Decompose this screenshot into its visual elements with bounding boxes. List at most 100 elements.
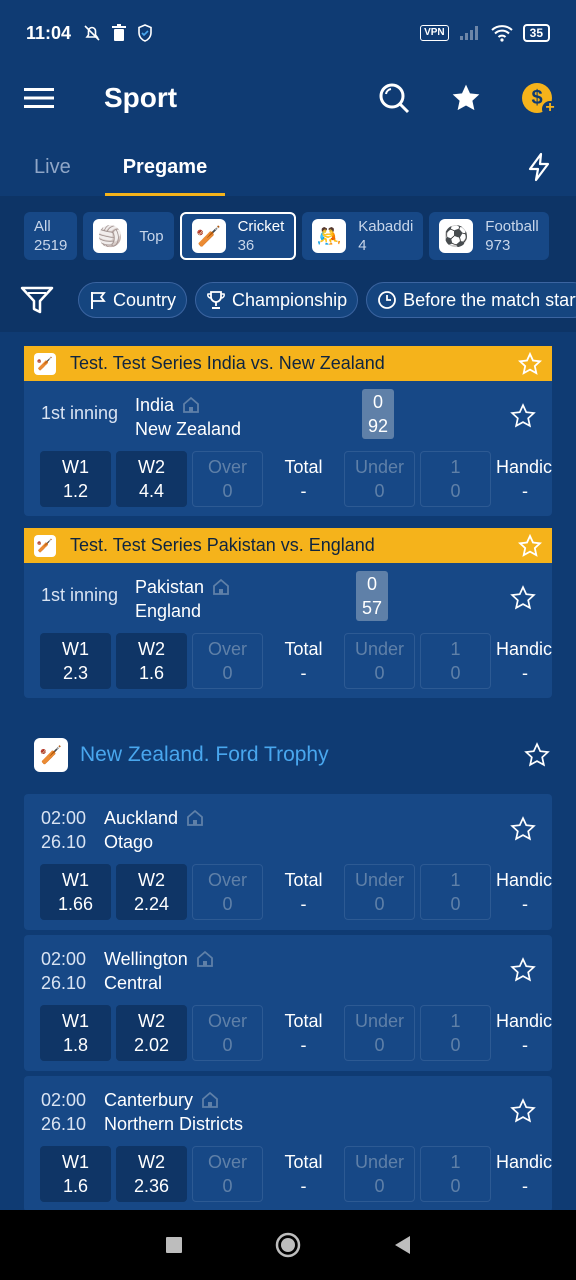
championship-header[interactable]: 🏏 Test. Test Series India vs. New Zealan… bbox=[24, 346, 552, 381]
odds-under[interactable]: Under 0 bbox=[344, 864, 415, 920]
lightning-icon[interactable] bbox=[526, 152, 552, 182]
volleyball-icon: 🏐 bbox=[93, 219, 128, 253]
sport-chip-kabaddi[interactable]: 🤼 Kabaddi 4 bbox=[302, 212, 424, 260]
home-icon bbox=[187, 809, 203, 826]
odds-handicap-1[interactable]: 10 bbox=[420, 451, 491, 507]
home-circle-icon[interactable] bbox=[274, 1231, 302, 1259]
odds-label: Under bbox=[354, 1152, 405, 1172]
odds-handicap: Handic - bbox=[496, 633, 556, 689]
menu-icon[interactable] bbox=[24, 87, 54, 109]
match-row[interactable]: 02:00 26.10 Canterbury Northern Districts… bbox=[24, 1076, 552, 1202]
match-row[interactable]: 02:00 26.10 Auckland Otago W1 1.66 W2 2.24 … bbox=[24, 794, 552, 920]
search-icon[interactable] bbox=[378, 82, 410, 114]
trash-icon bbox=[112, 24, 127, 41]
odds-over[interactable]: Over 0 bbox=[192, 1005, 263, 1061]
sport-chip-football[interactable]: ⚽ Football 973 bbox=[429, 212, 549, 260]
filter-icon[interactable] bbox=[20, 285, 54, 315]
tab-pregame[interactable]: Pregame bbox=[104, 140, 225, 196]
filter-country[interactable]: Country bbox=[78, 282, 188, 318]
favorites-star-icon[interactable] bbox=[450, 82, 482, 114]
odds-w1[interactable]: W1 1.66 bbox=[40, 864, 111, 920]
league-header[interactable]: 🏏 New Zealand. Ford Trophy bbox=[0, 722, 576, 788]
odds-label: Over bbox=[207, 457, 247, 477]
flag-icon bbox=[91, 292, 106, 309]
odds-label: Total bbox=[284, 639, 323, 659]
signal-icon bbox=[459, 26, 478, 40]
star-icon[interactable] bbox=[518, 351, 542, 376]
odds-handicap-1[interactable]: 10 bbox=[420, 864, 491, 920]
odds-over[interactable]: Over 0 bbox=[192, 1146, 263, 1202]
odds-handicap-1[interactable]: 10 bbox=[420, 633, 491, 689]
odds-label: Under bbox=[354, 639, 405, 659]
match-time: 02:00 bbox=[41, 1090, 87, 1110]
odds-value: - bbox=[522, 1176, 528, 1196]
odds-value: 1.8 bbox=[62, 1035, 89, 1055]
odds-over[interactable]: Over 0 bbox=[192, 633, 263, 689]
odds-w2[interactable]: W2 2.36 bbox=[116, 1146, 187, 1202]
odds-w2[interactable]: W2 4.4 bbox=[116, 451, 187, 507]
championship-header[interactable]: 🏏 Test. Test Series Pakistan vs. England bbox=[24, 528, 552, 563]
odds-w1[interactable]: W1 1.6 bbox=[40, 1146, 111, 1202]
match-row[interactable]: 02:00 26.10 Wellington Central W1 1.8 W2 2.… bbox=[24, 935, 552, 1061]
odds-w1[interactable]: W1 1.8 bbox=[40, 1005, 111, 1061]
wifi-icon bbox=[490, 25, 513, 42]
recents-square-icon[interactable] bbox=[164, 1235, 184, 1255]
star-icon[interactable] bbox=[518, 533, 542, 558]
odds-under[interactable]: Under 0 bbox=[344, 1146, 415, 1202]
star-icon[interactable] bbox=[510, 585, 536, 611]
filter-championship[interactable]: Championship bbox=[195, 282, 359, 318]
star-icon[interactable] bbox=[510, 816, 536, 842]
odds-handicap-1[interactable]: 10 bbox=[420, 1005, 491, 1061]
filter-before-start[interactable]: Before the match start bbox=[366, 282, 576, 318]
odds-w2[interactable]: W2 2.24 bbox=[116, 864, 187, 920]
star-icon[interactable] bbox=[510, 1098, 536, 1124]
match-card[interactable]: 🏏 Test. Test Series India vs. New Zealan… bbox=[24, 346, 552, 516]
score-team2: 92 bbox=[367, 416, 389, 436]
star-icon[interactable] bbox=[510, 403, 536, 429]
odds-over[interactable]: Over 0 bbox=[192, 864, 263, 920]
match-card[interactable]: 🏏 Test. Test Series Pakistan vs. England… bbox=[24, 528, 552, 698]
odds-label: Under bbox=[354, 870, 405, 890]
app-bar: Sport $ + bbox=[0, 66, 576, 130]
odds-value: - bbox=[522, 481, 528, 501]
match-time: 02:00 bbox=[41, 949, 87, 969]
odds-w2[interactable]: W2 2.02 bbox=[116, 1005, 187, 1061]
odds-handicap: Handic - bbox=[496, 1146, 556, 1202]
fixture-card[interactable]: 02:00 26.10 Auckland Otago W1 1.66 W2 2.24 … bbox=[24, 794, 552, 930]
back-triangle-icon[interactable] bbox=[392, 1234, 412, 1256]
odds-label: W2 bbox=[138, 457, 165, 477]
odds-label: 1 bbox=[450, 870, 461, 890]
star-icon[interactable] bbox=[524, 742, 550, 768]
odds-label: W1 bbox=[62, 1152, 89, 1172]
fixture-card[interactable]: 02:00 26.10 Wellington Central W1 1.8 W2 2.… bbox=[24, 935, 552, 1071]
sport-chip-all[interactable]: All 2519 bbox=[24, 212, 78, 260]
sport-chip-cricket[interactable]: 🏏 Cricket 36 bbox=[179, 212, 297, 260]
match-row[interactable]: 1st inning Pakistan England 0 57 W1 2.3 W… bbox=[24, 563, 552, 689]
odds-value: - bbox=[300, 894, 307, 914]
odds-w2[interactable]: W2 1.6 bbox=[116, 633, 187, 689]
star-icon[interactable] bbox=[510, 957, 536, 983]
tab-live[interactable]: Live bbox=[34, 140, 71, 196]
match-row[interactable]: 1st inning India New Zealand 0 92 W1 1.2 … bbox=[24, 381, 552, 507]
odds-under[interactable]: Under 0 bbox=[344, 1005, 415, 1061]
odds-value: 0 bbox=[222, 663, 233, 683]
kabaddi-icon: 🤼 bbox=[312, 219, 347, 253]
team2-name: Central bbox=[104, 973, 163, 993]
sport-chip-top[interactable]: 🏐 Top bbox=[83, 212, 174, 260]
odds-over[interactable]: Over 0 bbox=[192, 451, 263, 507]
odds-under[interactable]: Under 0 bbox=[344, 451, 415, 507]
odds-under[interactable]: Under 0 bbox=[344, 633, 415, 689]
odds-handicap-1[interactable]: 10 bbox=[420, 1146, 491, 1202]
odds-w1[interactable]: W1 2.3 bbox=[40, 633, 111, 689]
odds-w1[interactable]: W1 1.2 bbox=[40, 451, 111, 507]
football-icon: ⚽ bbox=[439, 219, 474, 253]
fixture-card[interactable]: 02:00 26.10 Canterbury Northern Districts… bbox=[24, 1076, 552, 1210]
chip-label: Football bbox=[485, 218, 539, 235]
tab-bar: Live Pregame bbox=[0, 140, 576, 196]
match-date: 26.10 bbox=[41, 1114, 87, 1134]
chip-label: Kabaddi bbox=[358, 218, 414, 235]
odds-total: Total - bbox=[268, 1005, 339, 1061]
balance-coin-icon[interactable]: $ + bbox=[522, 83, 558, 117]
odds-row: W1 2.3 W2 1.6 Over 0 Total - Under 0 10 Handi… bbox=[40, 633, 556, 689]
odds-row: W1 1.2 W2 4.4 Over 0 Total - Under 0 10 Handi… bbox=[40, 451, 556, 507]
